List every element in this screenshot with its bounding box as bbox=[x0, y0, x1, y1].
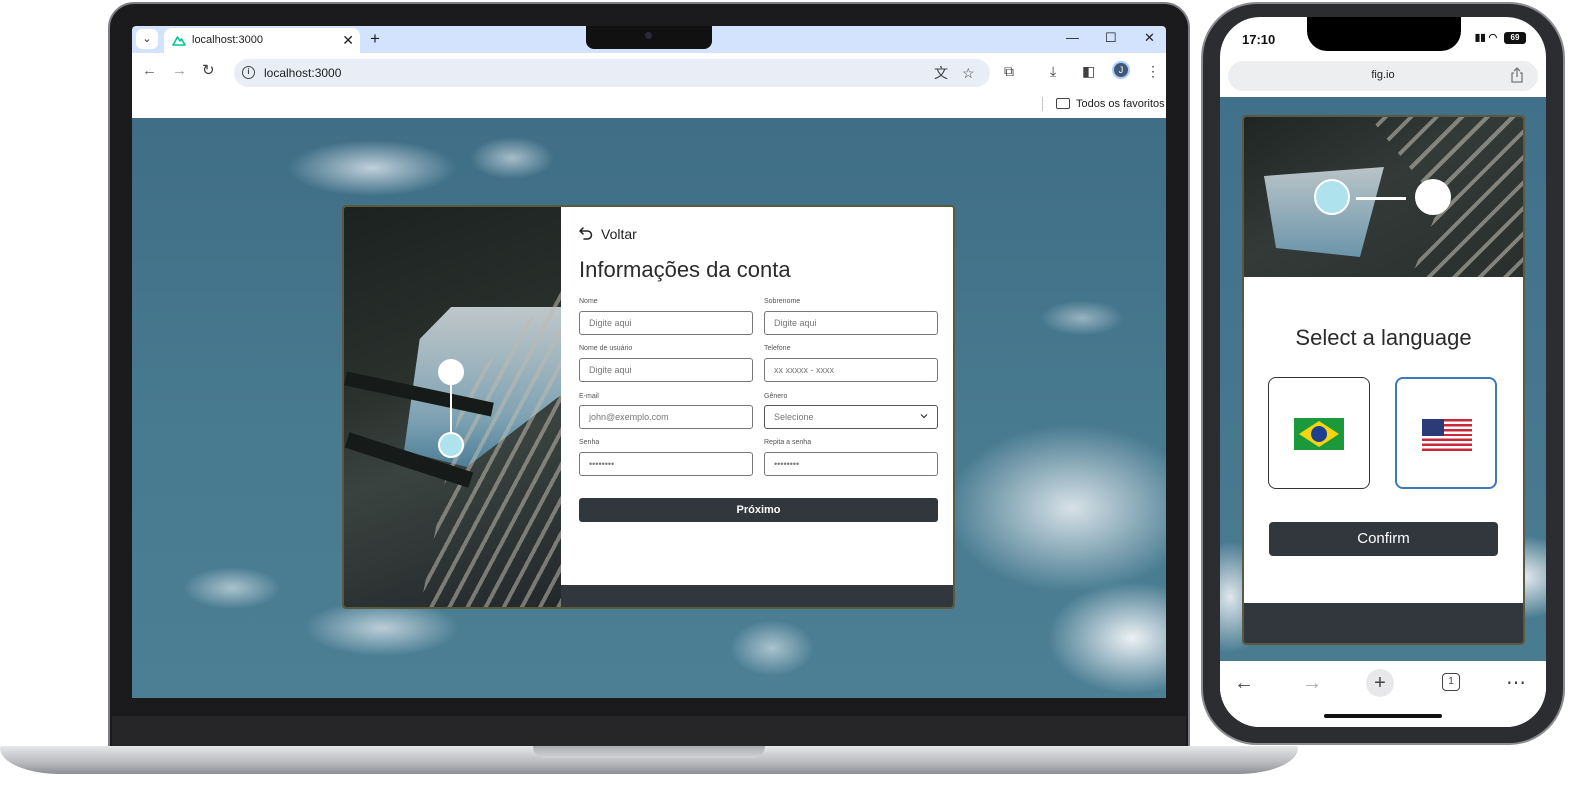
wifi-icon: ◠ bbox=[1488, 32, 1498, 44]
bookmarks-divider bbox=[1042, 97, 1043, 111]
gender-label: Gênero bbox=[764, 393, 788, 400]
undo-arrow-icon[interactable] bbox=[579, 226, 593, 240]
step-indicator-2 bbox=[1415, 179, 1451, 215]
mobile-url[interactable]: fig.io bbox=[1228, 69, 1538, 81]
tab-search-button[interactable]: ⌄ bbox=[136, 29, 158, 49]
mobile-address-bar[interactable]: fig.io bbox=[1228, 61, 1538, 91]
phone-input[interactable]: xx xxxxx - xxxx bbox=[764, 358, 938, 382]
brazil-flag-globe bbox=[1311, 426, 1327, 442]
reload-icon[interactable]: ↻ bbox=[202, 63, 215, 79]
mobile-page-viewport: Select a language Confirm bbox=[1220, 97, 1546, 661]
window-close-button[interactable]: ✕ bbox=[1144, 30, 1155, 46]
bookmark-star-icon[interactable]: ☆ bbox=[962, 64, 975, 82]
step-indicator-1-active bbox=[1314, 179, 1350, 215]
new-tab-plus-icon[interactable]: + bbox=[1366, 669, 1394, 697]
site-info-icon[interactable]: i bbox=[242, 66, 255, 79]
forward-arrow-icon[interactable]: → bbox=[1302, 671, 1322, 695]
password-label: Senha bbox=[579, 439, 600, 446]
confirm-button[interactable]: Confirm bbox=[1269, 522, 1498, 556]
back-link[interactable]: Voltar bbox=[601, 226, 637, 242]
address-bar[interactable]: i localhost:3000 文 ☆ bbox=[234, 59, 990, 87]
step-indicator-1 bbox=[438, 359, 464, 385]
username-input[interactable]: Digite aqui bbox=[579, 358, 753, 382]
form-footer-bar bbox=[561, 585, 953, 607]
side-panel-icon[interactable]: ◧ bbox=[1082, 62, 1095, 80]
window-maximize-button[interactable]: ☐ bbox=[1105, 30, 1117, 46]
folder-icon bbox=[1056, 98, 1070, 109]
camera-notch bbox=[586, 26, 712, 49]
laptop-bezel-bottom bbox=[112, 716, 1186, 748]
nuxt-favicon-icon bbox=[172, 36, 186, 46]
first-name-label: Nome bbox=[579, 298, 598, 305]
profile-avatar[interactable]: J bbox=[1112, 61, 1130, 79]
laptop-screen: ⌄ localhost:3000 ✕ + — ☐ ✕ ← → ↻ i local… bbox=[132, 26, 1166, 698]
username-label: Nome de usuário bbox=[579, 345, 633, 352]
back-arrow-icon[interactable]: ← bbox=[1234, 671, 1254, 695]
more-options-icon[interactable]: ⋯ bbox=[1506, 671, 1526, 695]
form-title: Informações da conta bbox=[579, 257, 791, 282]
gender-select-value: Selecione bbox=[774, 412, 814, 422]
usa-flag-icon bbox=[1422, 419, 1472, 451]
usa-flag-canton bbox=[1422, 419, 1444, 436]
browser-tab-active[interactable]: localhost:3000 ✕ bbox=[164, 28, 360, 53]
phone-label: Telefone bbox=[764, 345, 791, 352]
battery-icon: 69 bbox=[1504, 32, 1526, 44]
last-name-label: Sobrenome bbox=[764, 298, 801, 305]
share-icon[interactable] bbox=[1510, 67, 1524, 83]
laptop-opening-notch bbox=[533, 746, 765, 758]
bookmarks-bar: Todos os favoritos bbox=[132, 91, 1166, 118]
registration-card: Voltar Informações da conta Nome Digite … bbox=[342, 205, 955, 609]
repeat-password-input[interactable]: •••••••• bbox=[764, 452, 938, 476]
tabs-count-button[interactable]: 1 bbox=[1442, 673, 1460, 691]
page-viewport-sky-background: Voltar Informações da conta Nome Digite … bbox=[132, 118, 1166, 698]
download-icon[interactable]: ⤓ bbox=[1050, 62, 1056, 80]
language-option-portuguese[interactable] bbox=[1268, 377, 1370, 489]
window-minimize-button[interactable]: — bbox=[1066, 30, 1079, 46]
step-indicator-2-active bbox=[438, 432, 464, 458]
address-bar-url[interactable]: localhost:3000 bbox=[264, 66, 341, 80]
translate-icon[interactable]: 文 bbox=[934, 64, 948, 82]
menu-kebab-icon[interactable]: ⋮ bbox=[1146, 62, 1160, 80]
tab-title: localhost:3000 bbox=[192, 34, 263, 46]
step-connector bbox=[450, 381, 452, 435]
signal-icon: ▮▮ bbox=[1474, 32, 1486, 44]
email-label: E-mail bbox=[579, 393, 599, 400]
status-time: 17:10 bbox=[1242, 32, 1276, 47]
back-arrow-icon[interactable]: ← bbox=[142, 63, 157, 79]
brazil-flag-icon bbox=[1294, 418, 1344, 450]
chevron-down-icon bbox=[920, 414, 928, 419]
password-input[interactable]: •••••••• bbox=[579, 452, 753, 476]
bookmark-all-favorites[interactable]: Todos os favoritos bbox=[1076, 98, 1165, 110]
email-input[interactable]: john@exemplo.com bbox=[579, 405, 753, 429]
camera-icon bbox=[645, 32, 652, 39]
new-tab-button[interactable]: + bbox=[370, 28, 380, 50]
first-name-input[interactable]: Digite aqui bbox=[579, 311, 753, 335]
tab-close-icon[interactable]: ✕ bbox=[342, 32, 354, 48]
browser-toolbar: ← → ↻ i localhost:3000 文 ☆ ⧉ ⤓ ◧ J ⋮ bbox=[132, 53, 1166, 91]
status-icons: ▮▮ ◠ 69 bbox=[1475, 32, 1526, 44]
language-option-english-selected[interactable] bbox=[1395, 377, 1497, 489]
forward-arrow-icon[interactable]: → bbox=[172, 63, 187, 79]
dynamic-island bbox=[1307, 17, 1461, 51]
gender-select[interactable]: Selecione bbox=[764, 405, 938, 429]
phone-screen: 17:10 ▮▮ ◠ 69 fig.io Select a language C… bbox=[1220, 17, 1546, 727]
home-indicator bbox=[1324, 714, 1442, 718]
account-info-form: Voltar Informações da conta Nome Digite … bbox=[561, 207, 953, 607]
card-footer-bar bbox=[1244, 603, 1523, 643]
next-button[interactable]: Próximo bbox=[579, 498, 938, 522]
architecture-photo bbox=[344, 207, 561, 607]
repeat-password-label: Repita a senha bbox=[764, 439, 812, 446]
language-title: Select a language bbox=[1295, 325, 1472, 350]
last-name-input[interactable]: Digite aqui bbox=[764, 311, 938, 335]
step-connector bbox=[1356, 197, 1406, 200]
architecture-photo bbox=[1244, 117, 1523, 277]
language-card: Select a language Confirm bbox=[1242, 115, 1525, 645]
extensions-icon[interactable]: ⧉ bbox=[1004, 62, 1014, 80]
